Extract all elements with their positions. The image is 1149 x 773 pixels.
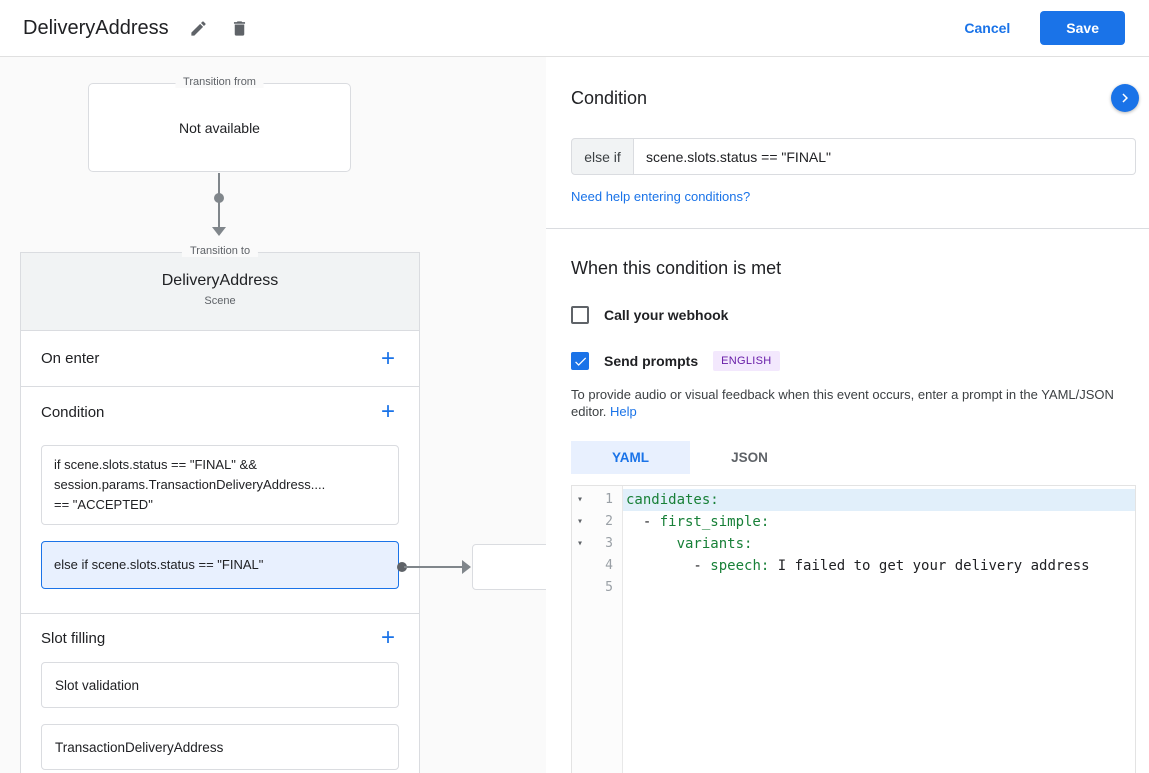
cancel-button[interactable]: Cancel	[964, 20, 1010, 36]
condition-item[interactable]: else if scene.slots.status == "FINAL"	[41, 541, 399, 589]
transition-to-label: Transition to	[181, 245, 259, 257]
transition-from-box[interactable]: Transition from Not available	[88, 76, 351, 172]
condition-items: if scene.slots.status == "FINAL" && sessi…	[21, 445, 419, 589]
slot-filling-label: Slot filling	[41, 629, 106, 647]
on-enter-label: On enter	[41, 350, 100, 367]
condition-section-label: Condition	[41, 403, 105, 421]
panel-divider	[546, 228, 1149, 229]
flow-arrow-down-icon	[212, 227, 226, 236]
send-prompts-label: Send prompts	[604, 353, 699, 369]
fold-arrow-icon[interactable]: ▾	[577, 511, 583, 533]
delete-icon[interactable]	[228, 17, 251, 40]
send-prompts-checkbox[interactable]	[571, 352, 589, 370]
chevron-right-icon	[1116, 89, 1134, 107]
condition-section: Condition + if scene.slots.status == "FI…	[21, 387, 419, 614]
line-number: ▾ 3	[572, 533, 622, 555]
save-button[interactable]: Save	[1040, 11, 1125, 45]
code-line[interactable]: - first_simple:	[623, 511, 1135, 533]
transition-from-content: Not available	[179, 119, 260, 136]
scene-type: Scene	[204, 295, 236, 307]
condition-prefix: else if	[571, 138, 634, 175]
scene-card-header: DeliveryAddress Scene	[21, 253, 419, 331]
code-line[interactable]: variants:	[623, 533, 1135, 555]
slot-items: Slot validation TransactionDeliveryAddres…	[21, 662, 419, 770]
webhook-checkbox[interactable]	[571, 306, 589, 324]
scene-card: Transition to DeliveryAddress Scene On e…	[20, 245, 420, 773]
page-title: DeliveryAddress	[23, 16, 169, 39]
condition-help-link[interactable]: Need help entering conditions?	[571, 189, 750, 204]
condition-item[interactable]: if scene.slots.status == "FINAL" && sessi…	[41, 445, 399, 525]
transition-from-label: Transition from	[175, 76, 264, 88]
slot-filling-section: Slot filling + Slot validation Transactio…	[21, 614, 419, 770]
condition-panel: Condition else if Need help entering con…	[546, 57, 1149, 773]
editor-gutter: ▾ 1 ▾ 2 ▾ 3 4 5	[572, 486, 623, 773]
language-badge: ENGLISH	[713, 351, 780, 371]
edit-icon[interactable]	[187, 17, 210, 40]
code-line[interactable]	[623, 577, 1135, 599]
flow-arrow-right-icon	[462, 560, 471, 574]
code-line[interactable]: candidates:	[623, 489, 1135, 511]
line-number: 5	[605, 580, 613, 595]
checkmark-icon	[573, 354, 588, 369]
line-number: 4	[605, 558, 613, 573]
slot-item[interactable]: TransactionDeliveryAddress	[41, 724, 399, 770]
when-condition-title: When this condition is met	[571, 258, 782, 278]
fold-arrow-icon[interactable]: ▾	[577, 489, 583, 511]
code-line[interactable]: - speech: I failed to get your delivery …	[623, 555, 1135, 577]
help-link[interactable]: Help	[610, 404, 637, 419]
condition-input[interactable]	[634, 138, 1136, 175]
condition-connector-line	[404, 566, 462, 568]
flow-connector-dot	[214, 193, 224, 203]
editor-code[interactable]: candidates: - first_simple: variants: - …	[623, 486, 1135, 773]
editor-tabs: YAML JSON	[571, 441, 1136, 474]
on-enter-section: On enter +	[21, 331, 419, 387]
fold-arrow-icon[interactable]: ▾	[577, 533, 583, 555]
feedback-text: To provide audio or visual feedback when…	[571, 387, 1114, 419]
app-window: DeliveryAddress Cancel Save Transition f…	[0, 0, 1149, 773]
tab-yaml[interactable]: YAML	[571, 441, 690, 474]
tab-json[interactable]: JSON	[690, 441, 809, 474]
line-number: ▾ 1	[572, 489, 622, 511]
scene-name: DeliveryAddress	[161, 272, 279, 289]
panel-title: Condition	[571, 88, 648, 108]
yaml-editor[interactable]: ▾ 1 ▾ 2 ▾ 3 4 5 candidates: - first_simple: var…	[571, 485, 1136, 773]
header: DeliveryAddress Cancel Save	[0, 0, 1149, 57]
collapse-panel-button[interactable]	[1111, 84, 1139, 112]
slot-item[interactable]: Slot validation	[41, 662, 399, 708]
flow-canvas: Transition from Not available Transition…	[0, 57, 546, 773]
line-number: ▾ 2	[572, 511, 622, 533]
transition-target-box[interactable]	[472, 544, 546, 590]
add-slot-button[interactable]: +	[381, 626, 395, 650]
add-condition-button[interactable]: +	[381, 400, 395, 424]
add-on-enter-button[interactable]: +	[381, 346, 395, 371]
webhook-label: Call your webhook	[604, 307, 729, 323]
